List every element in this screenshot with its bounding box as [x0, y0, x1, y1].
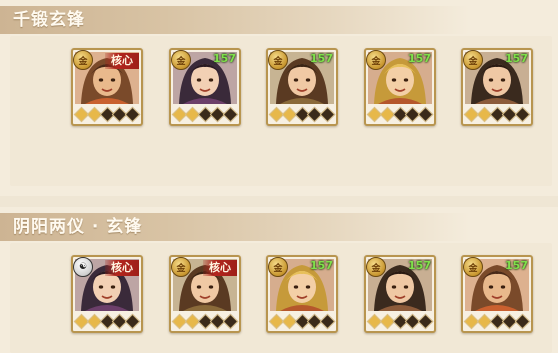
hero-card[interactable]: 金核心: [71, 48, 143, 126]
hero-card[interactable]: 金 157: [461, 255, 533, 333]
core-tag: 核心: [105, 53, 139, 69]
hero-card[interactable]: 金核心: [169, 255, 241, 333]
star-rank-row: [366, 106, 434, 123]
rank-diamond-icon: [417, 106, 434, 123]
hero-card[interactable]: 金 157: [266, 48, 338, 126]
gold-coin-icon: 金: [366, 257, 386, 277]
star-rank-row: [268, 106, 336, 123]
gold-coin-icon: 金: [268, 257, 288, 277]
hero-level: 157: [408, 52, 431, 65]
rank-diamond-icon: [514, 313, 531, 330]
hero-card[interactable]: 金 157: [266, 255, 338, 333]
hero-level: 157: [408, 259, 431, 272]
section-title: 阴阳两仪 · 玄锋: [13, 217, 143, 237]
rank-diamond-icon: [417, 313, 434, 330]
hero-level: 157: [310, 52, 333, 65]
star-rank-row: [366, 313, 434, 330]
section-header: 千锻玄锋: [0, 6, 470, 34]
star-rank-row: [171, 313, 239, 330]
lineup-section-1: 千锻玄锋 金核心金 157 金 157 金 157 金 157: [0, 0, 558, 196]
hero-level: 157: [310, 259, 333, 272]
rank-diamond-icon: [514, 106, 531, 123]
section-title: 千锻玄锋: [13, 10, 85, 30]
star-rank-row: [268, 313, 336, 330]
hero-level: 157: [505, 259, 528, 272]
rank-diamond-icon: [124, 106, 141, 123]
rank-diamond-icon: [222, 106, 239, 123]
yin-yang-icon: ☯: [73, 257, 93, 277]
star-rank-row: [73, 106, 141, 123]
star-rank-row: [73, 313, 141, 330]
gold-coin-icon: 金: [463, 257, 483, 277]
core-tag: 核心: [203, 260, 237, 276]
gold-coin-icon: 金: [171, 257, 191, 277]
star-rank-row: [171, 106, 239, 123]
star-rank-row: [463, 106, 531, 123]
core-tag: 核心: [105, 260, 139, 276]
rank-diamond-icon: [319, 313, 336, 330]
hero-card[interactable]: 金 157: [461, 48, 533, 126]
hero-level: 157: [505, 52, 528, 65]
hero-card[interactable]: 金 157: [364, 48, 436, 126]
hero-card[interactable]: 金 157: [364, 255, 436, 333]
gold-coin-icon: 金: [268, 50, 288, 70]
rank-diamond-icon: [222, 313, 239, 330]
gold-coin-icon: 金: [366, 50, 386, 70]
hero-card[interactable]: 金 157: [169, 48, 241, 126]
hero-level: 157: [213, 52, 236, 65]
gold-coin-icon: 金: [463, 50, 483, 70]
rank-diamond-icon: [319, 106, 336, 123]
lineup-section-2: 阴阳两仪 · 玄锋 ☯ 核心金核心金 157 金 157 金 157: [0, 207, 558, 353]
rank-diamond-icon: [124, 313, 141, 330]
star-rank-row: [463, 313, 531, 330]
hero-card[interactable]: ☯ 核心: [71, 255, 143, 333]
gold-coin-icon: 金: [171, 50, 191, 70]
gold-coin-icon: 金: [73, 50, 93, 70]
section-header: 阴阳两仪 · 玄锋: [0, 213, 470, 241]
